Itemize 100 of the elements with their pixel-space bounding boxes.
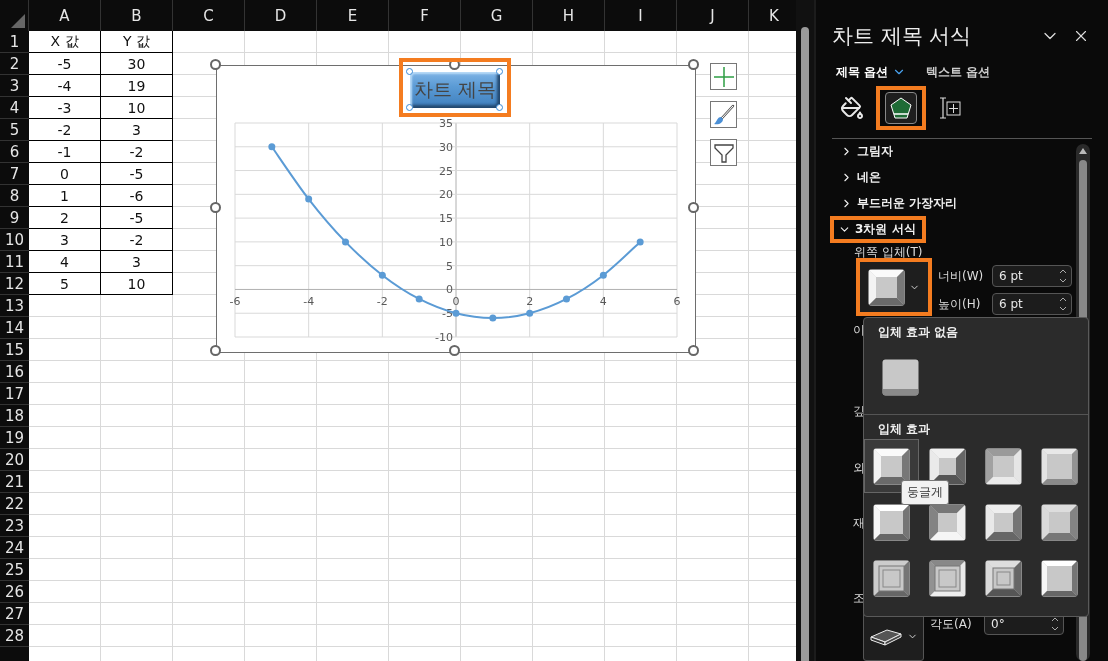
section-header[interactable]: 네온 — [832, 164, 887, 191]
table-cell: 19 — [101, 75, 173, 97]
row-header[interactable]: 27 — [0, 603, 29, 625]
category-tab[interactable] — [876, 86, 926, 130]
row-header[interactable]: 8 — [0, 185, 29, 207]
select-all-icon[interactable] — [11, 14, 25, 28]
column-header[interactable]: J — [677, 0, 749, 31]
row-header[interactable]: 28 — [0, 625, 29, 647]
row-header[interactable]: 24 — [0, 537, 29, 559]
row-header[interactable]: 26 — [0, 581, 29, 603]
row-header[interactable]: 12 — [0, 273, 29, 295]
y-tick-label: 30 — [439, 140, 453, 154]
spin-arrows-icon[interactable] — [1059, 268, 1067, 284]
paint-bucket-icon — [840, 96, 864, 120]
row-header[interactable]: 16 — [0, 361, 29, 383]
resize-handle[interactable] — [406, 104, 413, 111]
chart-tool-button[interactable] — [710, 63, 737, 90]
row-header[interactable]: 25 — [0, 559, 29, 581]
plus-icon — [712, 65, 735, 88]
row-header[interactable]: 5 — [0, 119, 29, 141]
table-cell: -5 — [29, 53, 101, 75]
bevel-swatch-icon — [929, 559, 966, 597]
chart-tool-button[interactable] — [710, 101, 737, 128]
row-header[interactable]: 2 — [0, 53, 29, 75]
spin-arrows-icon[interactable] — [1059, 296, 1067, 312]
options-tab[interactable]: 제목 옵션 — [836, 63, 907, 81]
scrollbar[interactable] — [796, 0, 814, 661]
table-cell: 5 — [29, 273, 101, 295]
menu-heading: 입체 효과 없음 — [877, 324, 960, 341]
row-header[interactable]: 22 — [0, 493, 29, 515]
row-header[interactable]: 11 — [0, 251, 29, 273]
section-header[interactable]: 그림자 — [832, 139, 899, 165]
section-header[interactable]: 3차원 서식 — [830, 216, 926, 243]
table-cell: -3 — [29, 97, 101, 119]
chart-tool-button[interactable] — [710, 139, 737, 166]
section-header[interactable]: 부드러운 가장자리 — [832, 190, 964, 217]
resize-handle[interactable] — [496, 104, 503, 111]
column-header[interactable]: B — [101, 0, 173, 31]
table-cell: 10 — [101, 97, 173, 119]
x-tick-label: -6 — [229, 295, 241, 309]
y-tick-label: 25 — [439, 164, 453, 178]
row-header[interactable]: 6 — [0, 141, 29, 163]
data-point — [452, 309, 460, 317]
resize-handle[interactable] — [210, 345, 221, 356]
row-header[interactable]: 9 — [0, 207, 29, 229]
row-header[interactable]: 14 — [0, 317, 29, 339]
y-tick-label: -10 — [435, 331, 453, 344]
column-header[interactable]: A — [29, 0, 101, 31]
spin-field[interactable]: 6 pt — [992, 265, 1072, 287]
column-header[interactable]: H — [533, 0, 605, 31]
resize-handle[interactable] — [496, 68, 503, 75]
row-header[interactable]: 19 — [0, 427, 29, 449]
row-header[interactable]: 17 — [0, 383, 29, 405]
table-cell: -5 — [101, 207, 173, 229]
table-cell: 0 — [29, 163, 101, 185]
resize-handle[interactable] — [406, 68, 413, 75]
x-tick-label: 0 — [452, 295, 460, 309]
row-header[interactable]: 7 — [0, 163, 29, 185]
menu-heading: 입체 효과 — [877, 421, 932, 438]
bevel-swatch-icon — [1041, 447, 1078, 485]
table-cell: 3 — [101, 119, 173, 141]
row-header[interactable]: 18 — [0, 405, 29, 427]
column-header[interactable]: G — [461, 0, 533, 31]
chart-area[interactable] — [216, 65, 696, 353]
resize-handle[interactable] — [210, 59, 221, 70]
row-header[interactable]: 1 — [0, 31, 29, 53]
resize-handle[interactable] — [688, 345, 699, 356]
scroll-up-icon[interactable] — [1079, 148, 1087, 154]
bevel-swatch-icon — [929, 503, 966, 541]
row-header[interactable]: 3 — [0, 75, 29, 97]
bevel-dropdown[interactable] — [856, 258, 932, 316]
column-header[interactable]: K — [749, 0, 797, 31]
table-cell: 10 — [101, 273, 173, 295]
column-header[interactable]: F — [389, 0, 461, 31]
row-header[interactable]: 13 — [0, 295, 29, 317]
column-header[interactable]: C — [173, 0, 245, 31]
spin-field[interactable]: 6 pt — [992, 293, 1072, 315]
bevel-swatch-icon — [873, 559, 910, 597]
y-tick-label: -5 — [442, 307, 453, 321]
row-header[interactable]: 20 — [0, 449, 29, 471]
resize-handle[interactable] — [688, 59, 699, 70]
column-header[interactable]: E — [317, 0, 389, 31]
spin-arrows-icon[interactable] — [1051, 616, 1059, 632]
resize-handle[interactable] — [688, 202, 699, 213]
y-tick-label: 0 — [446, 283, 453, 297]
row-header[interactable]: 4 — [0, 97, 29, 119]
row-header[interactable]: 10 — [0, 229, 29, 251]
flat-swatch-icon — [882, 358, 919, 396]
row-header[interactable]: 21 — [0, 471, 29, 493]
column-header[interactable]: D — [245, 0, 317, 31]
column-header[interactable]: I — [605, 0, 677, 31]
data-point — [415, 295, 423, 303]
table-cell: 4 — [29, 251, 101, 273]
data-point — [563, 295, 570, 303]
row-header[interactable]: 23 — [0, 515, 29, 537]
options-tab[interactable]: 텍스트 옵션 — [926, 63, 991, 81]
funnel-icon — [712, 141, 735, 164]
row-header[interactable]: 15 — [0, 339, 29, 361]
resize-handle[interactable] — [210, 202, 221, 213]
resize-handle[interactable] — [449, 345, 460, 356]
